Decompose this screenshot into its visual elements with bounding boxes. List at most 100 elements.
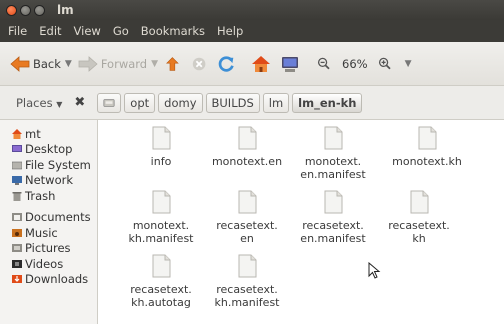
computer-button[interactable]: [280, 55, 303, 73]
up-button[interactable]: [164, 55, 185, 73]
title-bar: lm: [0, 0, 504, 20]
zoom-out-icon: [317, 57, 330, 69]
file-name: monotext. en.manifest: [300, 155, 366, 181]
home-icon: [252, 55, 271, 72]
trash-icon: [12, 191, 22, 201]
close-sidebar-icon[interactable]: ✖: [74, 95, 85, 110]
sidebar-item-desktop[interactable]: Desktop: [0, 142, 97, 158]
menu-help[interactable]: Help: [211, 24, 249, 38]
file-name: monotext.en: [211, 155, 283, 168]
file-item-monotext-kh[interactable]: monotext.kh: [382, 126, 472, 168]
stop-button[interactable]: [191, 55, 212, 73]
sidebar-item-label: mt: [25, 126, 41, 141]
up-arrow-icon: [166, 56, 179, 71]
crumb-builds[interactable]: BUILDS: [205, 92, 260, 113]
sidebar-item-label: Pictures: [25, 241, 71, 256]
menu-go[interactable]: Go: [107, 24, 135, 38]
sidebar-item-pictures[interactable]: Pictures: [0, 241, 97, 257]
desktop-icon: [12, 145, 22, 153]
text-file-icon: [152, 190, 170, 214]
toolbar: Back ▼ Forward ▼ 66% ▼: [0, 42, 504, 86]
sidebar-item-videos[interactable]: Videos: [0, 256, 97, 272]
sidebar-item-label: Videos: [25, 256, 64, 271]
sidebar-item-music[interactable]: Music: [0, 225, 97, 241]
back-arrow-icon: [10, 55, 30, 72]
crumb-root-drive[interactable]: [97, 92, 122, 113]
file-item-recasetext-kh[interactable]: recasetext. kh: [374, 190, 464, 245]
text-file-icon: [418, 126, 436, 150]
close-window-button[interactable]: [6, 4, 17, 16]
zoom-in-icon: [378, 57, 391, 69]
sidebar-item-label: Trash: [25, 188, 56, 203]
back-button[interactable]: Back ▼: [10, 55, 72, 73]
menu-edit[interactable]: Edit: [33, 24, 67, 38]
places-dropdown[interactable]: Places ▼: [16, 96, 62, 110]
zoom-in-button[interactable]: [378, 55, 397, 73]
location-bar: Places ▼ ✖ opt domy BUILDS lm lm_en-kh: [0, 86, 504, 120]
file-item-recasetext-kh-manifest[interactable]: recasetext. kh.manifest: [202, 254, 292, 309]
places-caret-icon: ▼: [56, 99, 63, 109]
menu-bookmarks[interactable]: Bookmarks: [135, 24, 211, 38]
menu-bar: File Edit View Go Bookmarks Help: [0, 20, 504, 42]
file-item-info[interactable]: info: [116, 126, 206, 168]
sidebar-item-label: Documents: [25, 210, 91, 225]
forward-dropdown-icon[interactable]: ▼: [151, 59, 158, 69]
mouse-cursor-icon: [368, 262, 381, 279]
text-file-icon: [324, 190, 342, 214]
reload-button[interactable]: [218, 55, 239, 73]
file-name: recasetext. en: [216, 219, 278, 245]
maximize-window-button[interactable]: [34, 4, 45, 16]
crumb-domy[interactable]: domy: [158, 92, 203, 113]
text-file-icon: [152, 254, 170, 278]
sidebar-item-label: Desktop: [25, 142, 73, 157]
forward-label: Forward: [100, 56, 148, 71]
text-file-icon: [152, 126, 170, 150]
file-name: monotext.kh: [392, 155, 462, 168]
back-dropdown-icon[interactable]: ▼: [65, 59, 72, 69]
sidebar-item-network[interactable]: Network: [0, 173, 97, 189]
file-item-recasetext-en-manifest[interactable]: recasetext. en.manifest: [288, 190, 378, 245]
minimize-window-button[interactable]: [20, 4, 31, 16]
places-sidebar: mt Desktop File System Network Trash Doc…: [0, 120, 98, 324]
crumb-lm[interactable]: lm: [262, 92, 290, 113]
stop-icon: [192, 57, 206, 70]
drive-icon: [103, 98, 115, 107]
file-item-recasetext-kh-autotag[interactable]: recasetext. kh.autotag: [116, 254, 206, 309]
file-item-recasetext-en[interactable]: recasetext. en: [202, 190, 292, 245]
sidebar-item-documents[interactable]: Documents: [0, 210, 97, 226]
sidebar-item-file-system[interactable]: File System: [0, 157, 97, 173]
file-item-monotext-kh-manifest[interactable]: monotext. kh.manifest: [116, 190, 206, 245]
file-name: info: [150, 155, 172, 168]
toolbar-overflow-icon[interactable]: ▼: [405, 59, 412, 69]
music-folder-icon: [12, 228, 22, 237]
crumb-opt[interactable]: opt: [124, 92, 156, 113]
sidebar-item-mt[interactable]: mt: [0, 126, 97, 142]
places-label: Places: [16, 95, 53, 110]
sidebar-item-label: Downloads: [25, 272, 89, 287]
downloads-folder-icon: [12, 275, 22, 284]
text-file-icon: [238, 254, 256, 278]
home-button[interactable]: [251, 55, 274, 73]
breadcrumb: opt domy BUILDS lm lm_en-kh: [97, 92, 365, 113]
text-file-icon: [238, 190, 256, 214]
file-item-monotext-en[interactable]: monotext.en: [202, 126, 292, 168]
documents-folder-icon: [12, 213, 22, 222]
file-name: recasetext. kh.autotag: [130, 283, 192, 309]
file-name: monotext. kh.manifest: [128, 219, 194, 245]
zoom-out-button[interactable]: [317, 55, 336, 73]
menu-view[interactable]: View: [68, 24, 107, 38]
text-file-icon: [238, 126, 256, 150]
network-icon: [12, 176, 22, 186]
window-title: lm: [57, 3, 74, 17]
back-label: Back: [33, 56, 61, 71]
computer-icon: [282, 56, 299, 72]
forward-button[interactable]: Forward ▼: [78, 55, 158, 73]
sidebar-item-trash[interactable]: Trash: [0, 188, 97, 204]
menu-file[interactable]: File: [2, 24, 33, 38]
crumb-lm-en-kh[interactable]: lm_en-kh: [292, 92, 363, 113]
sidebar-item-downloads[interactable]: Downloads: [0, 272, 97, 288]
text-file-icon: [410, 190, 428, 214]
file-item-monotext-en-manifest[interactable]: monotext. en.manifest: [288, 126, 378, 181]
file-view: info monotext.en monotext. en.manifest m…: [98, 120, 504, 324]
file-name: recasetext. kh: [388, 219, 450, 245]
